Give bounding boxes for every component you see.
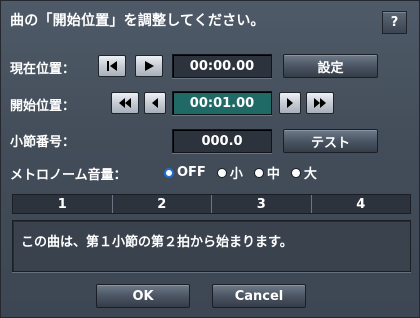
- fast-forward-button[interactable]: [306, 92, 334, 114]
- cancel-button[interactable]: Cancel: [212, 284, 306, 308]
- beat-tab-1[interactable]: 1: [13, 195, 113, 213]
- beat-tab-2[interactable]: 2: [113, 195, 212, 213]
- step-forward-icon: [287, 98, 293, 108]
- info-message-text: この曲は、第１小節の第２拍から始まります。: [21, 235, 293, 250]
- metronome-option-large[interactable]: 大: [290, 163, 317, 182]
- test-button[interactable]: テスト: [283, 129, 378, 153]
- beat-selector: 1 2 3 4: [12, 194, 411, 214]
- beat-tab-4[interactable]: 4: [312, 195, 411, 213]
- start-position-label: 開始位置：: [10, 99, 76, 114]
- ok-button[interactable]: OK: [96, 284, 190, 308]
- set-button[interactable]: 設定: [283, 54, 378, 78]
- current-position-field: 00:00.00: [172, 54, 272, 78]
- play-icon: [145, 61, 154, 71]
- play-button[interactable]: [135, 55, 163, 77]
- metronome-option-label: OFF: [177, 165, 206, 180]
- metronome-volume-radio-group: OFF 小 中 大: [164, 163, 328, 182]
- fast-forward-icon: [314, 98, 326, 108]
- metronome-option-label: 中: [266, 167, 280, 182]
- radio-icon: [290, 167, 301, 178]
- start-position-field[interactable]: 00:01.00: [172, 91, 272, 115]
- metronome-option-off[interactable]: OFF: [164, 165, 206, 180]
- radio-icon: [216, 167, 227, 178]
- step-back-button[interactable]: [144, 92, 166, 114]
- measure-number-label: 小節番号：: [10, 135, 76, 150]
- step-back-icon: [152, 98, 158, 108]
- dialog-title: 曲の「開始位置」を調整してください。: [10, 13, 265, 29]
- adjust-start-dialog: 曲の「開始位置」を調整してください。 ? 現在位置： 00:00.00 設定 開…: [0, 0, 420, 318]
- metronome-volume-label: メトロノーム音量：: [10, 168, 127, 183]
- help-button[interactable]: ?: [382, 11, 407, 34]
- metronome-option-label: 大: [303, 167, 317, 182]
- radio-icon: [253, 167, 264, 178]
- metronome-option-small[interactable]: 小: [216, 163, 243, 182]
- skip-to-start-icon: [107, 61, 117, 71]
- metronome-option-label: 小: [229, 167, 243, 182]
- step-forward-button[interactable]: [279, 92, 301, 114]
- beat-tab-3[interactable]: 3: [212, 195, 312, 213]
- measure-number-field: 000.0: [172, 129, 272, 153]
- rewind-button[interactable]: [111, 92, 139, 114]
- skip-to-start-button[interactable]: [98, 55, 126, 77]
- current-position-label: 現在位置：: [10, 62, 76, 77]
- rewind-icon: [119, 98, 131, 108]
- metronome-option-medium[interactable]: 中: [253, 163, 280, 182]
- info-message-box: この曲は、第１小節の第２拍から始まります。: [12, 220, 411, 272]
- help-label: ?: [390, 15, 399, 30]
- radio-selected-icon: [164, 167, 174, 178]
